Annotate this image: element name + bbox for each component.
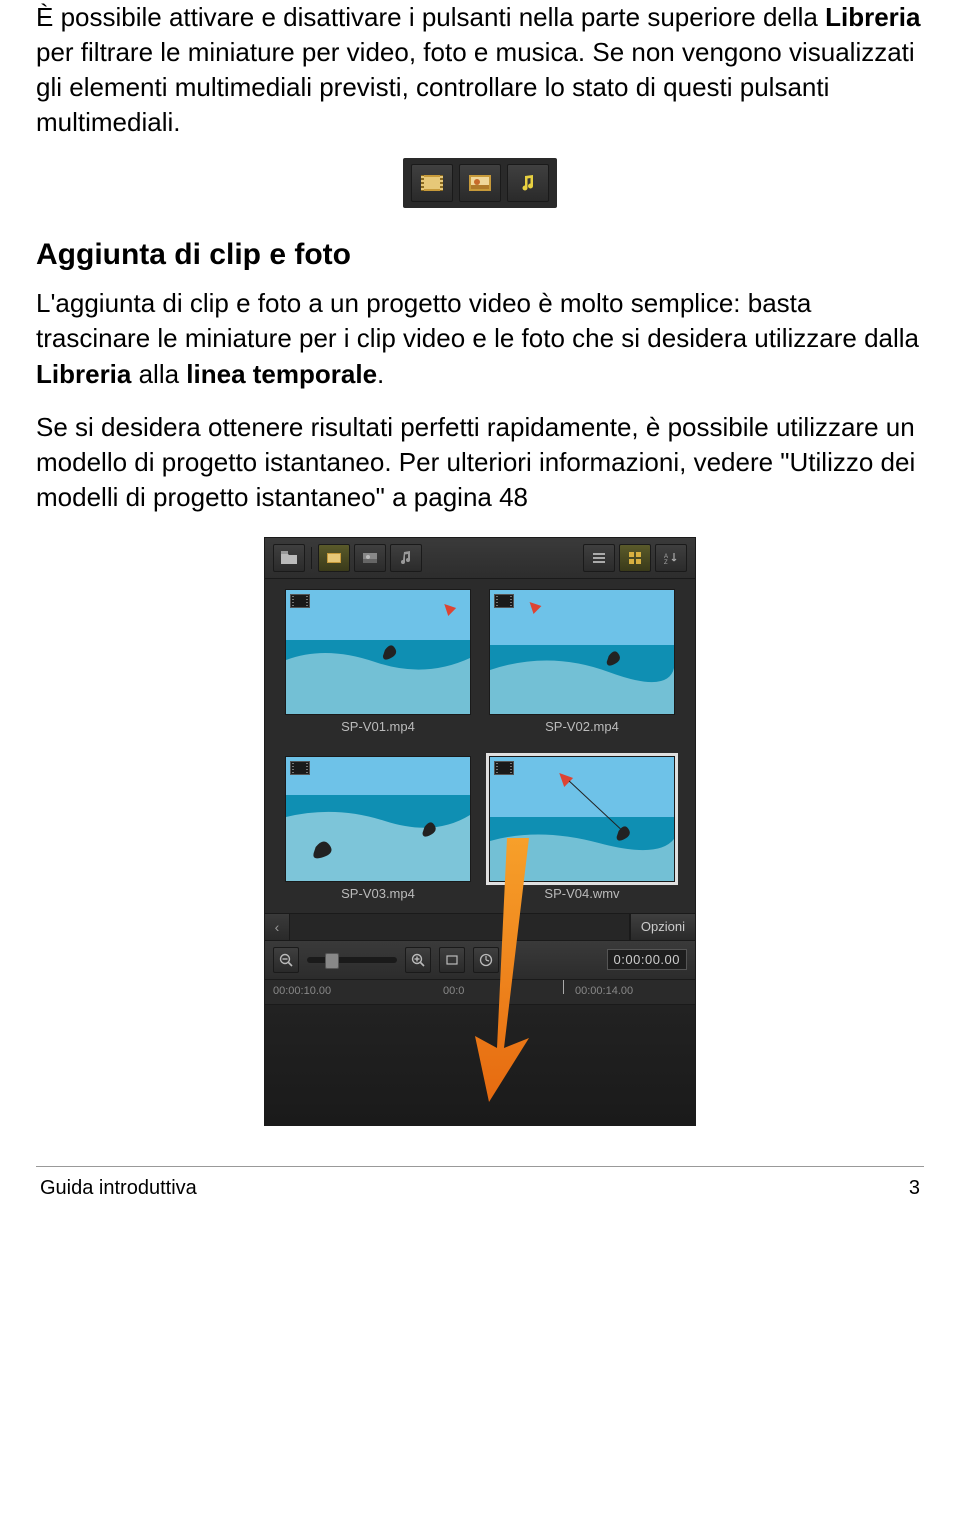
scroll-left-button[interactable]: ‹ (265, 914, 290, 940)
svg-text:Z: Z (664, 560, 668, 564)
timecode-display[interactable]: 0:00:00.00 (607, 949, 687, 970)
filter-toolbar (403, 158, 557, 208)
footer-title: Guida introduttiva (40, 1177, 197, 1200)
intro-paragraph: È possibile attivare e disattivare i pul… (36, 0, 924, 140)
thumbnail-item[interactable]: SP-V03.mp4 (285, 756, 471, 909)
section-heading: Aggiunta di clip e foto (36, 238, 924, 272)
text: È possibile attivare e disattivare i pul… (36, 2, 825, 32)
thumbnail-label: SP-V02.mp4 (489, 715, 675, 734)
text: . (377, 359, 384, 389)
fit-button[interactable] (439, 947, 465, 973)
library-scrollbar-row: ‹ Opzioni (265, 913, 695, 940)
body-paragraph-2: Se si desidera ottenere risultati perfet… (36, 410, 924, 515)
page-number: 3 (909, 1177, 920, 1200)
thumbnail-label: SP-V01.mp4 (285, 715, 471, 734)
video-tab-button[interactable] (318, 544, 350, 572)
body-paragraph-1: L'aggiunta di clip e foto a un progetto … (36, 286, 924, 391)
thumbnail-item[interactable]: SP-V01.mp4 (285, 589, 471, 742)
text: alla (131, 359, 186, 389)
library-toolbar: AZ (265, 538, 695, 579)
zoom-out-button[interactable] (273, 947, 299, 973)
options-button[interactable]: Opzioni (630, 914, 695, 940)
divider (311, 547, 312, 569)
text-bold: Libreria (36, 359, 131, 389)
list-view-button[interactable] (583, 544, 615, 572)
video-badge-icon (494, 761, 514, 775)
grid-view-button[interactable] (619, 544, 651, 572)
playhead-icon[interactable] (563, 980, 564, 994)
library-timeline-screenshot: AZ SP-V01.mp4 (264, 537, 696, 1126)
timeline-ruler[interactable]: 00:00:10.00 00:0 00:00:14.00 (265, 979, 695, 1005)
photo-tab-button[interactable] (354, 544, 386, 572)
sort-button[interactable]: AZ (655, 544, 687, 572)
video-badge-icon (290, 761, 310, 775)
ruler-label: 00:0 (443, 985, 464, 997)
text: per filtrare le miniature per video, fot… (36, 37, 915, 137)
folder-button[interactable] (273, 544, 305, 572)
text: L'aggiunta di clip e foto a un progetto … (36, 288, 919, 353)
ruler-label: 00:00:10.00 (273, 985, 331, 997)
zoom-slider[interactable] (307, 957, 397, 963)
audio-filter-button[interactable] (507, 164, 549, 202)
clock-button[interactable] (473, 947, 499, 973)
ruler-label: 00:00:14.00 (575, 985, 633, 997)
text-bold: Libreria (825, 2, 920, 32)
text-bold: linea temporale (186, 359, 377, 389)
thumbnail-grid: SP-V01.mp4 SP-V02.mp4 (265, 579, 695, 913)
thumbnail-item-selected[interactable]: SP-V04.wmv (489, 756, 675, 909)
scroll-track[interactable] (290, 914, 630, 940)
photo-filter-button[interactable] (459, 164, 501, 202)
video-filter-button[interactable] (411, 164, 453, 202)
thumbnail-label: SP-V03.mp4 (285, 882, 471, 901)
thumbnail-item[interactable]: SP-V02.mp4 (489, 589, 675, 742)
audio-tab-button[interactable] (390, 544, 422, 572)
thumbnail-label: SP-V04.wmv (489, 882, 675, 901)
timeline-tracks[interactable] (265, 1005, 695, 1125)
page-footer: Guida introduttiva 3 (36, 1166, 924, 1200)
zoom-in-button[interactable] (405, 947, 431, 973)
timeline-controls: 0:00:00.00 (265, 940, 695, 979)
video-badge-icon (290, 594, 310, 608)
video-badge-icon (494, 594, 514, 608)
